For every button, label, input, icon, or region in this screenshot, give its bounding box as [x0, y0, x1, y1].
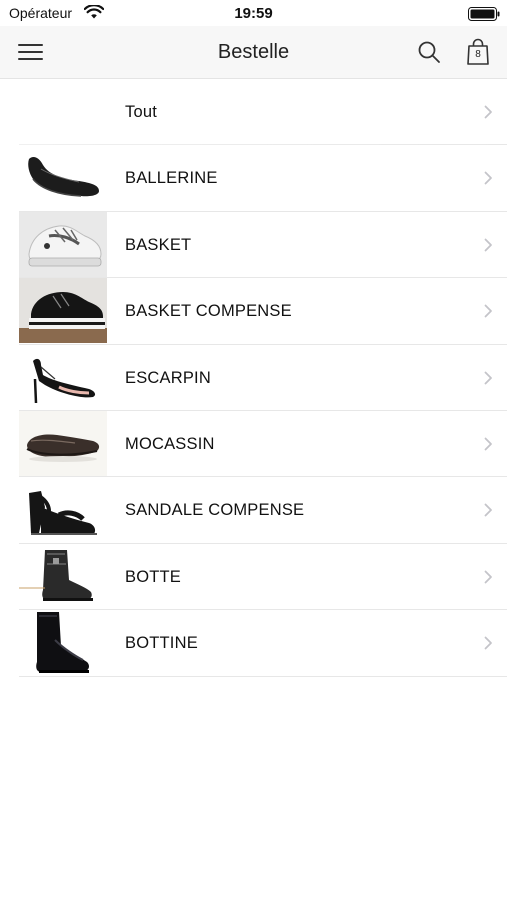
status-bar: Opérateur 19:59 — [0, 0, 507, 26]
search-icon[interactable] — [417, 40, 441, 64]
chevron-right-icon — [484, 304, 492, 318]
chevron-right-icon — [484, 570, 492, 584]
chevron-right-icon — [484, 238, 492, 252]
category-label: ESCARPIN — [125, 368, 211, 387]
chevron-right-icon — [484, 171, 492, 185]
clock: 19:59 — [234, 5, 273, 22]
basket-compense-thumbnail — [19, 278, 107, 344]
escarpin-thumbnail — [19, 344, 107, 410]
category-label: Tout — [125, 103, 157, 121]
category-row-sandale-compense[interactable]: SANDALE COMPENSE — [19, 477, 507, 544]
sandale-compense-thumbnail — [19, 477, 107, 543]
category-row-basket-compense[interactable]: BASKET COMPENSE — [19, 278, 507, 345]
chevron-right-icon — [484, 437, 492, 451]
cart-count-badge: 8 — [475, 49, 481, 60]
basket-thumbnail — [19, 211, 107, 277]
category-label: BASKET COMPENSE — [125, 302, 292, 321]
battery-icon — [468, 7, 500, 21]
category-row-basket[interactable]: BASKET — [19, 211, 507, 279]
category-row-botte[interactable]: BOTTE — [19, 543, 507, 611]
category-label: BOTTE — [125, 567, 182, 586]
category-row-escarpin[interactable]: ESCARPIN — [19, 344, 507, 411]
category-label: BALLERINE — [125, 169, 218, 188]
cart-button[interactable]: 8 — [466, 38, 490, 66]
category-row-bottine[interactable]: BOTTINE — [19, 610, 507, 677]
category-label: BOTTINE — [125, 634, 198, 653]
chevron-right-icon — [484, 105, 492, 119]
category-row-mocassin[interactable]: MOCASSIN — [19, 410, 507, 478]
category-row-tout[interactable]: Tout — [19, 79, 507, 146]
chevron-right-icon — [484, 636, 492, 650]
category-label: BASKET — [125, 235, 192, 254]
botte-thumbnail — [19, 543, 107, 609]
category-list: Tout BALLERINE BASKET BASKET COMPENSE ES… — [19, 79, 507, 677]
mocassin-thumbnail — [19, 410, 107, 476]
bottine-thumbnail — [19, 610, 107, 676]
category-label: MOCASSIN — [125, 434, 215, 453]
ballerine-thumbnail — [19, 145, 107, 211]
chevron-right-icon — [484, 371, 492, 384]
category-label: SANDALE COMPENSE — [125, 501, 305, 520]
category-row-ballerine[interactable]: BALLERINE — [19, 145, 507, 212]
navigation-bar: Bestelle 8 — [0, 26, 507, 79]
chevron-right-icon — [484, 503, 492, 517]
